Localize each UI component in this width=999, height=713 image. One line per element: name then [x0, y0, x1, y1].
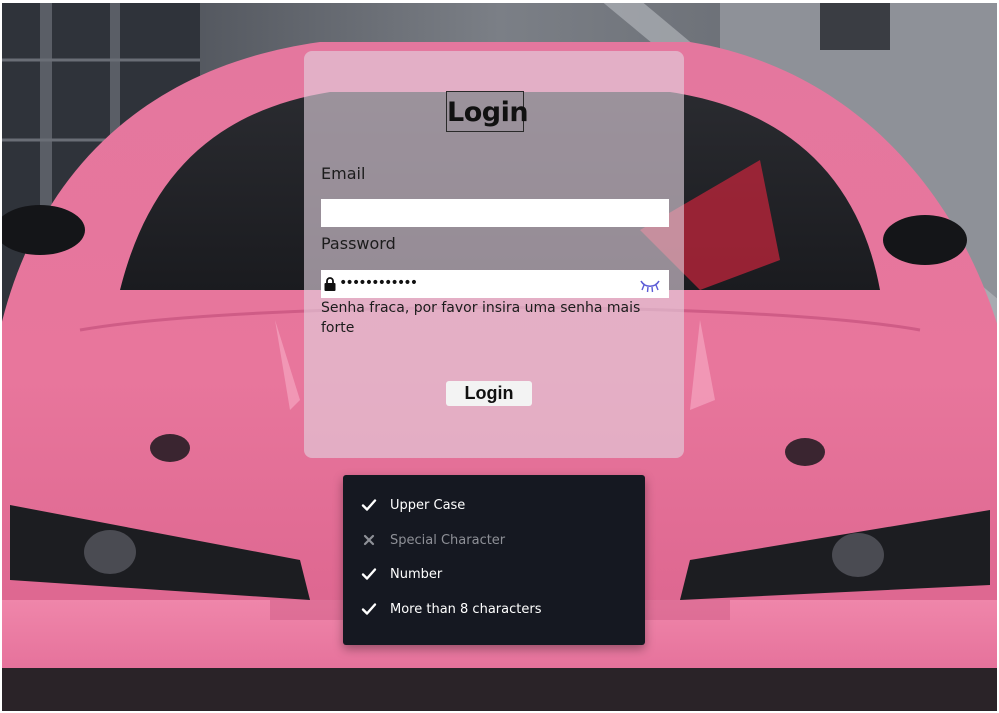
requirement-number: Number	[361, 564, 442, 584]
requirement-upper-case: Upper Case	[361, 495, 465, 515]
email-input[interactable]	[321, 199, 669, 227]
login-page: Login Email Password •••••••••••• Senha …	[0, 0, 999, 713]
requirement-label: Special Character	[390, 532, 506, 548]
email-label: Email	[321, 164, 366, 183]
login-title: Login	[446, 91, 529, 132]
check-icon	[361, 568, 377, 580]
password-label: Password	[321, 234, 396, 253]
requirement-length: More than 8 characters	[361, 599, 541, 619]
password-value: ••••••••••••	[339, 275, 418, 291]
check-icon	[361, 499, 377, 511]
password-strength-warning: Senha fraca, por favor insira uma senha …	[321, 300, 641, 336]
password-requirements-panel: Upper Case Special Character Number More…	[343, 475, 645, 645]
requirement-label: More than 8 characters	[390, 601, 542, 617]
check-icon	[361, 603, 377, 615]
closed-eye-icon[interactable]	[639, 277, 661, 293]
x-icon	[363, 534, 375, 546]
requirement-label: Number	[390, 566, 443, 582]
requirement-label: Upper Case	[390, 497, 466, 513]
requirement-special-character: Special Character	[361, 530, 505, 550]
password-field[interactable]: ••••••••••••	[321, 270, 669, 298]
login-button[interactable]: Login	[446, 381, 532, 406]
lock-icon	[324, 277, 336, 291]
